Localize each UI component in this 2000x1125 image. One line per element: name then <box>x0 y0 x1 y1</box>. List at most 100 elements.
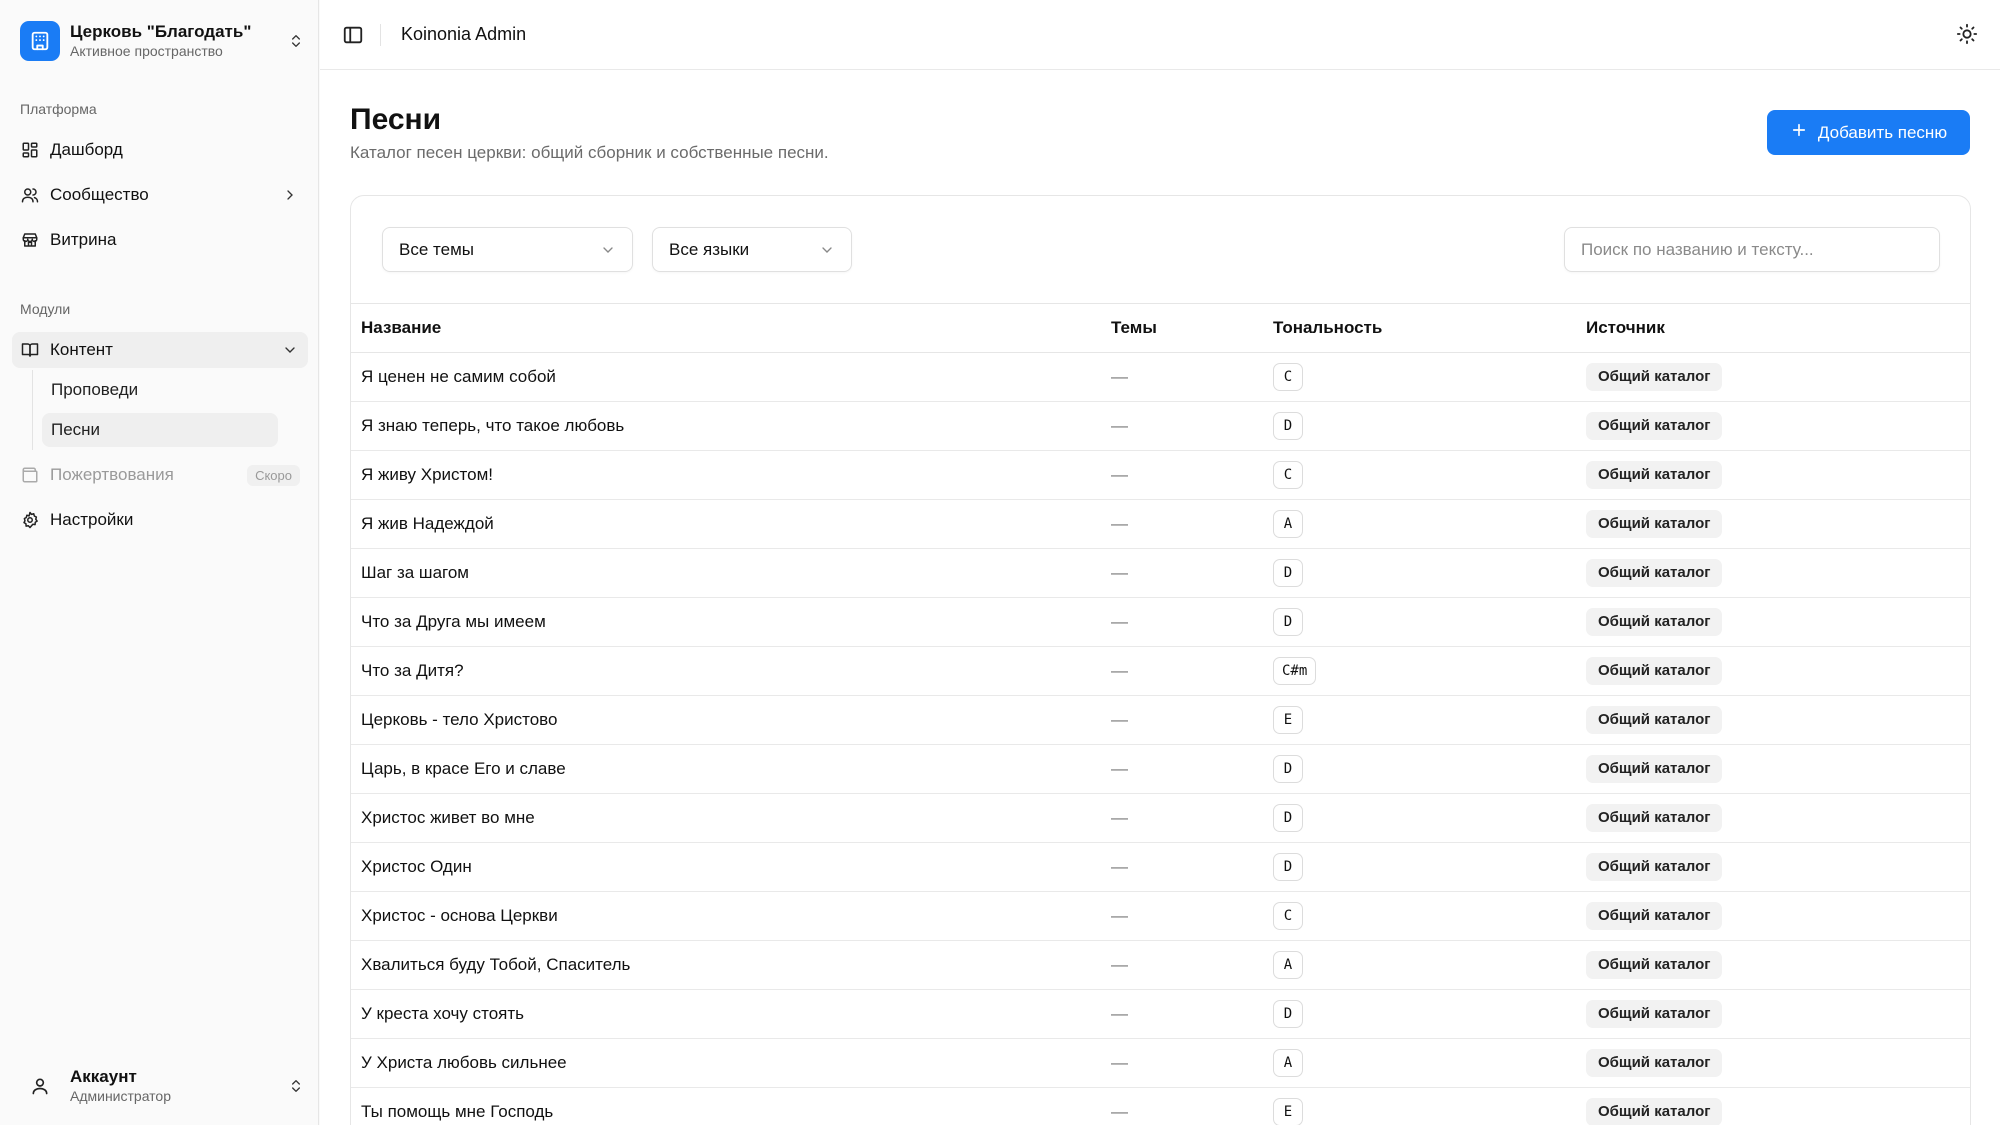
song-name: Ты помощь мне Господь <box>361 1102 554 1121</box>
table-row[interactable]: Шаг за шагом — D Общий каталог <box>351 549 1970 598</box>
song-name: Христос Один <box>361 857 472 876</box>
source-badge: Общий каталог <box>1586 412 1723 440</box>
soon-badge: Скоро <box>247 464 300 486</box>
sidebar-subitem-sermons[interactable]: Проповеди <box>42 373 278 407</box>
plus-icon <box>1790 121 1808 144</box>
chevrons-up-down-icon <box>287 32 305 50</box>
song-themes: — <box>1111 1102 1128 1121</box>
sidebar-item-community[interactable]: Сообщество <box>12 177 308 213</box>
table-row[interactable]: Что за Друга мы имеем — D Общий каталог <box>351 598 1970 647</box>
sidebar-item-content[interactable]: Контент <box>12 332 308 368</box>
songs-table: Название Темы Тональность Источник Я цен… <box>351 303 1970 1125</box>
table-row[interactable]: Христос живет во мне — D Общий каталог <box>351 794 1970 843</box>
key-badge: E <box>1273 1098 1303 1125</box>
users-icon <box>20 185 40 205</box>
song-themes: — <box>1111 955 1128 974</box>
book-open-icon <box>20 340 40 360</box>
song-name: У креста хочу стоять <box>361 1004 525 1023</box>
table-row[interactable]: Хвалиться буду Тобой, Спаситель — A Общий к… <box>351 941 1970 990</box>
column-header-themes[interactable]: Темы <box>1111 318 1273 338</box>
page-title: Песни <box>350 103 442 136</box>
source-badge: Общий каталог <box>1586 853 1723 881</box>
source-badge: Общий каталог <box>1586 657 1723 685</box>
church-building-icon <box>20 21 60 61</box>
table-row[interactable]: Христос Один — D Общий каталог <box>351 843 1970 892</box>
table-row[interactable]: Я знаю теперь, что такое любовь — D Общий к… <box>351 402 1970 451</box>
page-subtitle: Каталог песен церкви: общий сборник и со… <box>350 143 829 162</box>
sidebar-subitem-label: Песни <box>51 420 101 439</box>
song-name: Я знаю теперь, что такое любовь <box>361 416 625 435</box>
table-row[interactable]: Я ценен не самим собой — C Общий каталог <box>351 353 1970 402</box>
source-badge: Общий каталог <box>1586 510 1723 538</box>
source-badge: Общий каталог <box>1586 559 1723 587</box>
source-badge: Общий каталог <box>1586 804 1723 832</box>
sidebar-item-label: Сообщество <box>50 185 149 204</box>
table-row[interactable]: Церковь - тело Христово — E Общий каталог <box>351 696 1970 745</box>
song-themes: — <box>1111 661 1128 680</box>
song-themes: — <box>1111 710 1128 729</box>
key-badge: C#m <box>1273 657 1317 685</box>
song-themes: — <box>1111 367 1128 386</box>
table-row[interactable]: Христос - основа Церкви — C Общий каталог <box>351 892 1970 941</box>
sidebar-item-label: Настройки <box>50 510 134 529</box>
languages-select-value: Все языки <box>669 239 750 259</box>
song-themes: — <box>1111 857 1128 876</box>
song-themes: — <box>1111 465 1128 484</box>
sidebar-item-dashboard[interactable]: Дашборд <box>12 132 308 168</box>
source-badge: Общий каталог <box>1586 1000 1723 1028</box>
source-badge: Общий каталог <box>1586 461 1723 489</box>
languages-select[interactable]: Все языки <box>652 227 852 272</box>
column-header-source[interactable]: Источник <box>1586 318 1886 338</box>
sidebar-item-donations: Пожертвования Скоро <box>12 457 308 493</box>
account-subtitle: Администратор <box>70 1088 172 1104</box>
chevron-down-icon <box>282 342 298 358</box>
source-badge: Общий каталог <box>1586 755 1723 783</box>
sun-icon[interactable] <box>1956 23 1980 47</box>
song-themes: — <box>1111 1053 1128 1072</box>
key-badge: D <box>1273 559 1303 587</box>
key-badge: A <box>1273 951 1303 979</box>
song-themes: — <box>1111 906 1128 925</box>
song-name: Я ценен не самим собой <box>361 367 556 386</box>
table-row[interactable]: Я живу Христом! — C Общий каталог <box>351 451 1970 500</box>
table-row[interactable]: У Христа любовь сильнее — A Общий каталог <box>351 1039 1970 1088</box>
sidebar-item-settings[interactable]: Настройки <box>12 502 308 538</box>
song-themes: — <box>1111 1004 1128 1023</box>
table-row[interactable]: Что за Дитя? — C#m Общий каталог <box>351 647 1970 696</box>
sidebar-toggle-icon[interactable] <box>342 24 364 46</box>
song-name: Хвалиться буду Тобой, Спаситель <box>361 955 631 974</box>
themes-select[interactable]: Все темы <box>382 227 633 272</box>
source-badge: Общий каталог <box>1586 608 1723 636</box>
column-header-key[interactable]: Тональность <box>1273 318 1586 338</box>
store-icon <box>20 230 40 250</box>
add-song-button[interactable]: Добавить песню <box>1767 110 1970 155</box>
song-themes: — <box>1111 416 1128 435</box>
gear-icon <box>20 510 40 530</box>
table-row[interactable]: Ты помощь мне Господь — E Общий каталог <box>351 1088 1970 1125</box>
platform-group-label: Платформа <box>20 101 97 117</box>
table-row[interactable]: Я жив Надеждой — A Общий каталог <box>351 500 1970 549</box>
sidebar-item-storefront[interactable]: Витрина <box>12 222 308 258</box>
main-area: Koinonia Admin Песни Каталог песен церкв… <box>320 0 2000 1125</box>
column-header-name[interactable]: Название <box>351 318 1111 338</box>
workspace-switcher[interactable]: Церковь "Благодать" Активное пространств… <box>20 20 305 62</box>
table-row[interactable]: У креста хочу стоять — D Общий каталог <box>351 990 1970 1039</box>
sidebar-item-label: Контент <box>50 340 113 359</box>
song-themes: — <box>1111 808 1128 827</box>
sidebar-item-label: Пожертвования <box>50 465 174 484</box>
song-themes: — <box>1111 612 1128 631</box>
search-input[interactable] <box>1564 227 1940 272</box>
layout-grid-icon <box>20 140 40 160</box>
song-name: Христос живет во мне <box>361 808 535 827</box>
table-row[interactable]: Царь, в красе Его и славе — D Общий каталог <box>351 745 1970 794</box>
sidebar-subitem-songs[interactable]: Песни <box>42 413 278 447</box>
account-switcher[interactable]: Аккаунт Администратор <box>20 1062 305 1110</box>
table-body: Я ценен не самим собой — C Общий каталог Я з… <box>351 353 1970 1125</box>
song-name: У Христа любовь сильнее <box>361 1053 567 1072</box>
table-header: Название Темы Тональность Источник <box>351 303 1970 353</box>
chevron-down-icon <box>819 242 835 258</box>
user-icon <box>20 1066 60 1106</box>
songs-card: Все темы Все языки Название Темы Тональн… <box>350 195 1971 1125</box>
song-name: Шаг за шагом <box>361 563 469 582</box>
song-themes: — <box>1111 514 1128 533</box>
